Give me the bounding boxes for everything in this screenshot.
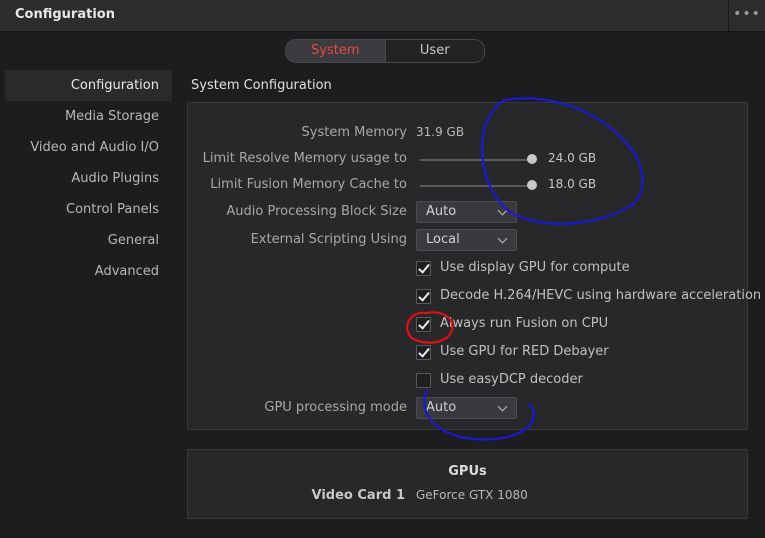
- limit-fusion-row: Limit Fusion Memory Cache to 18.0 GB: [188, 174, 747, 198]
- fusion-cpu-label: Always run Fusion on CPU: [440, 316, 609, 331]
- system-memory-label: System Memory: [301, 125, 407, 140]
- limit-resolve-row: Limit Resolve Memory usage to 24.0 GB: [188, 148, 747, 172]
- easydcp-label: Use easyDCP decoder: [440, 372, 583, 387]
- limit-resolve-label: Limit Resolve Memory usage to: [202, 151, 407, 166]
- sidebar-item-control-panels[interactable]: Control Panels: [5, 194, 172, 225]
- checkbox-row-fusion-cpu: Always run Fusion on CPU: [416, 314, 746, 336]
- scripting-label: External Scripting Using: [250, 232, 407, 247]
- red-debayer-label: Use GPU for RED Debayer: [440, 344, 609, 359]
- scripting-value: Local: [426, 232, 460, 247]
- sidebar-item-advanced[interactable]: Advanced: [5, 256, 172, 287]
- gpu-mode-dropdown[interactable]: Auto: [416, 397, 517, 419]
- limit-resolve-slider-track[interactable]: [420, 159, 532, 161]
- checkbox-row-display-gpu: Use display GPU for compute: [416, 258, 746, 280]
- red-debayer-checkbox[interactable]: [416, 345, 431, 360]
- sidebar-item-media-storage[interactable]: Media Storage: [5, 101, 172, 132]
- sidebar: Configuration Media Storage Video and Au…: [5, 70, 172, 287]
- checkbox-row-decode-hevc: Decode H.264/HEVC using hardware acceler…: [416, 286, 761, 308]
- gpu-mode-value: Auto: [426, 400, 457, 415]
- settings-tab-switch: System User: [285, 39, 485, 63]
- gpu-mode-label: GPU processing mode: [264, 400, 407, 415]
- limit-fusion-label: Limit Fusion Memory Cache to: [210, 177, 407, 192]
- scripting-dropdown[interactable]: Local: [416, 229, 517, 251]
- display-gpu-label: Use display GPU for compute: [440, 260, 630, 275]
- checkbox-row-red-debayer: Use GPU for RED Debayer: [416, 342, 746, 364]
- fusion-cpu-checkbox[interactable]: [416, 317, 431, 332]
- sidebar-item-audio-plugins[interactable]: Audio Plugins: [5, 163, 172, 194]
- gpus-title: GPUs: [448, 464, 487, 479]
- decode-hevc-checkbox[interactable]: [416, 289, 431, 304]
- sidebar-item-configuration[interactable]: Configuration: [5, 70, 172, 101]
- chevron-down-icon: [497, 205, 508, 216]
- limit-fusion-slider-thumb[interactable]: [527, 180, 537, 190]
- audio-block-row: Audio Processing Block Size Auto: [188, 201, 747, 225]
- gpus-panel: GPUs Video Card 1 GeForce GTX 1080: [187, 449, 748, 519]
- sidebar-item-general[interactable]: General: [5, 225, 172, 256]
- audio-block-label: Audio Processing Block Size: [226, 204, 407, 219]
- limit-fusion-slider-track[interactable]: [420, 185, 532, 187]
- video-card-label: Video Card 1: [311, 488, 405, 503]
- system-memory-row: System Memory 31.9 GB: [188, 122, 747, 146]
- gpu-mode-row: GPU processing mode Auto: [188, 397, 747, 421]
- chevron-down-icon: [497, 401, 508, 412]
- limit-fusion-value: 18.0 GB: [548, 177, 597, 191]
- section-title: System Configuration: [191, 78, 332, 93]
- audio-block-dropdown[interactable]: Auto: [416, 201, 517, 223]
- title-bar: Configuration •••: [0, 0, 765, 32]
- window-title: Configuration: [15, 7, 115, 22]
- video-card-value: GeForce GTX 1080: [416, 488, 528, 502]
- tab-system[interactable]: System: [286, 40, 386, 62]
- easydcp-checkbox[interactable]: [416, 373, 431, 388]
- system-configuration-panel: System Memory 31.9 GB Limit Resolve Memo…: [187, 102, 761, 430]
- audio-block-value: Auto: [426, 204, 457, 219]
- checkbox-row-easydcp: Use easyDCP decoder: [416, 370, 746, 392]
- scripting-row: External Scripting Using Local: [188, 229, 747, 253]
- tab-user[interactable]: User: [386, 40, 485, 62]
- decode-hevc-label: Decode H.264/HEVC using hardware acceler…: [440, 288, 762, 303]
- more-options-icon[interactable]: •••: [728, 0, 765, 31]
- system-memory-value: 31.9 GB: [416, 125, 465, 139]
- limit-resolve-value: 24.0 GB: [548, 151, 597, 165]
- display-gpu-checkbox[interactable]: [416, 261, 431, 276]
- chevron-down-icon: [497, 233, 508, 244]
- limit-resolve-slider-thumb[interactable]: [527, 154, 537, 164]
- sidebar-item-video-audio-io[interactable]: Video and Audio I/O: [5, 132, 172, 163]
